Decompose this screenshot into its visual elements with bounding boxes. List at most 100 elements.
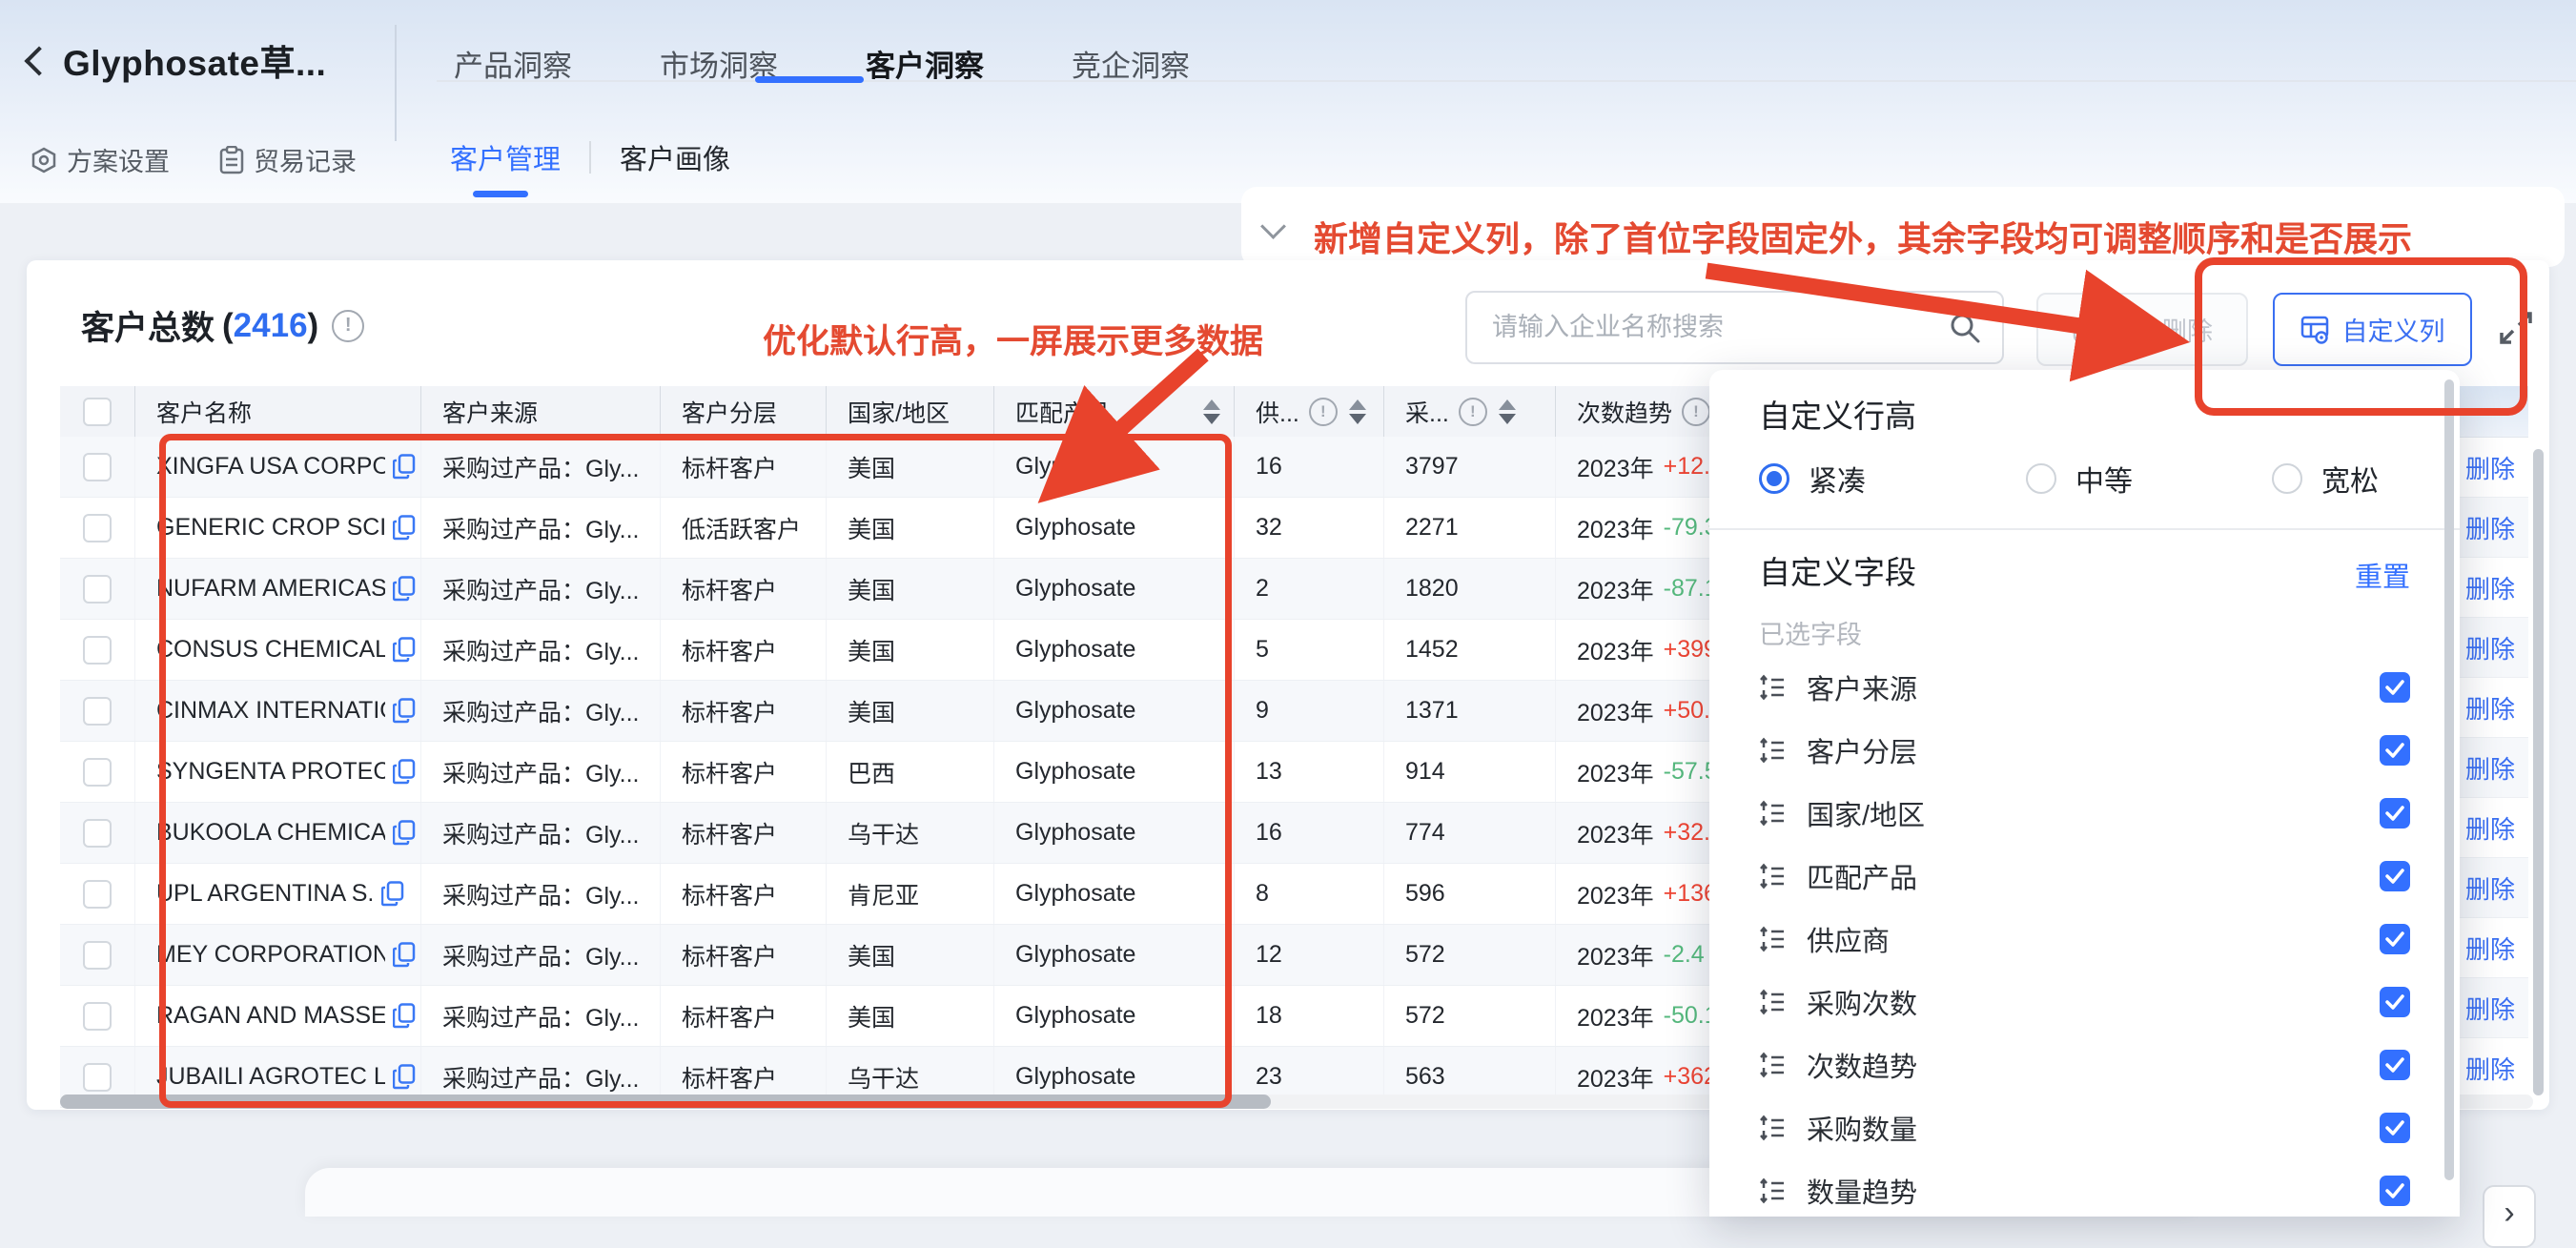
col-customer-source[interactable]: 客户来源 [421, 386, 661, 437]
purchase-count[interactable]: 1452 [1384, 620, 1556, 680]
radio-medium[interactable]: 中等 [2026, 458, 2133, 500]
subtab-customer-management[interactable]: 客户管理 [450, 137, 561, 177]
field-checkbox-checked[interactable] [2380, 861, 2410, 891]
select-all-checkbox[interactable] [83, 398, 112, 426]
row-checkbox[interactable] [83, 1063, 112, 1092]
field-checkbox-checked[interactable] [2380, 798, 2410, 829]
reset-link[interactable]: 重置 [2355, 555, 2410, 595]
copy-icon[interactable] [393, 1003, 416, 1029]
radio-icon[interactable] [2026, 463, 2056, 494]
copy-icon[interactable] [393, 454, 416, 480]
col-customer-name[interactable]: 客户名称 [135, 386, 421, 437]
company-name[interactable]: XINGFA USA CORPO [156, 453, 385, 481]
row-checkbox[interactable] [83, 1002, 112, 1031]
drag-handle-icon[interactable] [1759, 1114, 1786, 1142]
drag-handle-icon[interactable] [1759, 862, 1786, 890]
company-name[interactable]: RAGAN AND MASSE [156, 1002, 385, 1030]
purchase-count[interactable]: 1371 [1384, 681, 1556, 741]
fullscreen-icon[interactable] [2498, 310, 2534, 346]
field-checkbox-checked[interactable] [2380, 987, 2410, 1017]
copy-icon[interactable] [393, 1064, 416, 1090]
delete-link[interactable]: 删除 [2465, 810, 2515, 846]
suppliers-count[interactable]: 13 [1235, 742, 1384, 802]
purchase-count[interactable]: 3797 [1384, 437, 1556, 497]
field-item[interactable]: 匹配产品 [1709, 845, 2460, 908]
row-checkbox[interactable] [83, 697, 112, 726]
col-country[interactable]: 国家/地区 [827, 386, 994, 437]
subtab-customer-portrait[interactable]: 客户画像 [620, 137, 730, 177]
delete-link[interactable]: 删除 [2465, 630, 2515, 665]
delete-link[interactable]: 删除 [2465, 690, 2515, 726]
suppliers-count[interactable]: 8 [1235, 864, 1384, 924]
field-item[interactable]: 采购数量 [1709, 1096, 2460, 1159]
delete-link[interactable]: 删除 [2465, 570, 2515, 605]
info-icon[interactable]: ! [1309, 398, 1338, 426]
row-checkbox[interactable] [83, 758, 112, 787]
row-checkbox[interactable] [83, 636, 112, 665]
col-suppliers[interactable]: 供... ! [1235, 386, 1384, 437]
delete-link[interactable]: 删除 [2465, 931, 2515, 966]
company-name[interactable]: CINMAX INTERNATIO [156, 697, 385, 725]
drag-handle-icon[interactable] [1759, 799, 1786, 828]
company-name[interactable]: NUFARM AMERICAS, [156, 575, 385, 603]
radio-compact[interactable]: 紧凑 [1759, 458, 1866, 500]
company-name[interactable]: CONSUS CHEMICAL [156, 636, 385, 664]
field-item[interactable]: 国家/地区 [1709, 782, 2460, 845]
delete-link[interactable]: 删除 [2465, 750, 2515, 786]
tab-product-insight[interactable]: 产品洞察 [454, 42, 572, 85]
sort-icon[interactable] [1203, 399, 1220, 424]
suppliers-count[interactable]: 32 [1235, 498, 1384, 558]
drag-handle-icon[interactable] [1759, 1176, 1786, 1205]
company-name[interactable]: SYNGENTA PROTEC [156, 758, 385, 786]
field-checkbox-checked[interactable] [2380, 672, 2410, 703]
company-name[interactable]: JUBAILI AGROTEC LI [156, 1063, 385, 1091]
back-title[interactable]: Glyphosate草... [29, 34, 326, 86]
col-purchase-count[interactable]: 采... ! [1384, 386, 1556, 437]
drag-handle-icon[interactable] [1759, 736, 1786, 765]
field-item[interactable]: 供应商 [1709, 908, 2460, 971]
field-checkbox-checked[interactable] [2380, 735, 2410, 766]
next-page-button[interactable]: › [2483, 1185, 2536, 1248]
delete-link[interactable]: 删除 [2465, 510, 2515, 545]
suppliers-count[interactable]: 2 [1235, 559, 1384, 619]
tab-competitor-insight[interactable]: 竞企洞察 [1072, 42, 1190, 85]
purchase-count[interactable]: 774 [1384, 803, 1556, 863]
purchase-count[interactable]: 1820 [1384, 559, 1556, 619]
suppliers-count[interactable]: 12 [1235, 925, 1384, 985]
suppliers-count[interactable]: 5 [1235, 620, 1384, 680]
horizontal-scrollbar-thumb[interactable] [60, 1095, 1271, 1109]
purchase-count[interactable]: 596 [1384, 864, 1556, 924]
copy-icon[interactable] [393, 515, 416, 541]
row-checkbox[interactable] [83, 453, 112, 481]
copy-icon[interactable] [381, 881, 404, 907]
delete-link[interactable]: 删除 [2465, 450, 2515, 485]
suppliers-count[interactable]: 16 [1235, 437, 1384, 497]
radio-loose[interactable]: 宽松 [2272, 458, 2379, 500]
sort-icon[interactable] [1499, 399, 1516, 424]
copy-icon[interactable] [393, 698, 416, 724]
suppliers-count[interactable]: 18 [1235, 986, 1384, 1046]
suppliers-count[interactable]: 9 [1235, 681, 1384, 741]
drag-handle-icon[interactable] [1759, 1051, 1786, 1079]
scheme-settings-button[interactable]: 方案设置 [31, 141, 170, 178]
sort-icon[interactable] [1349, 399, 1366, 424]
copy-icon[interactable] [393, 576, 416, 602]
radio-selected-icon[interactable] [1759, 463, 1789, 494]
col-customer-tier[interactable]: 客户分层 [661, 386, 827, 437]
purchase-count[interactable]: 2271 [1384, 498, 1556, 558]
row-checkbox[interactable] [83, 514, 112, 542]
batch-delete-button[interactable]: 批量删除 [2036, 293, 2248, 366]
delete-link[interactable]: 删除 [2465, 1051, 2515, 1086]
field-checkbox-checked[interactable] [2380, 1176, 2410, 1206]
company-name[interactable]: GENERIC CROP SCI [156, 514, 385, 542]
panel-scrollbar[interactable] [2444, 379, 2454, 1180]
row-checkbox[interactable] [83, 819, 112, 848]
drag-handle-icon[interactable] [1759, 988, 1786, 1016]
info-icon[interactable]: ! [332, 310, 364, 342]
copy-icon[interactable] [393, 820, 416, 846]
row-checkbox[interactable] [83, 941, 112, 970]
back-icon[interactable] [24, 46, 53, 75]
search-input[interactable] [1490, 312, 1949, 343]
custom-columns-button[interactable]: 自定义列 [2273, 293, 2472, 366]
field-item[interactable]: 次数趋势 [1709, 1033, 2460, 1096]
